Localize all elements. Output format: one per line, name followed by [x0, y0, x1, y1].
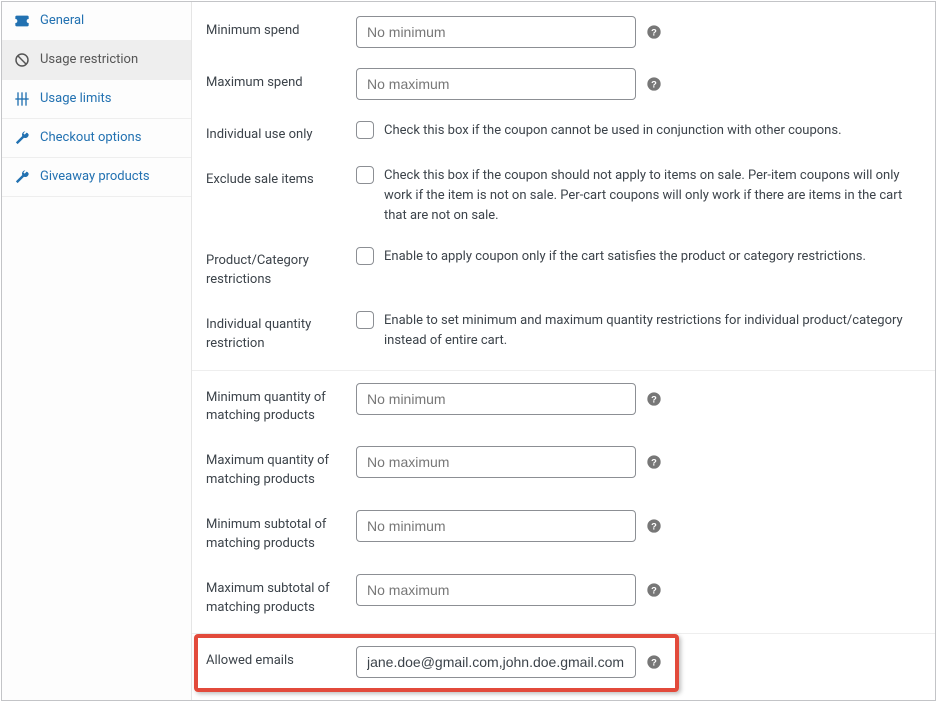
product-category-restrictions-checkbox[interactable]: [356, 247, 374, 265]
tab-usage-restriction[interactable]: Usage restriction: [2, 41, 191, 80]
label-exclude-sale: Exclude sale items: [206, 165, 356, 190]
help-icon[interactable]: ?: [646, 24, 662, 40]
svg-text:?: ?: [651, 585, 657, 595]
min-qty-input[interactable]: [356, 383, 636, 415]
svg-text:?: ?: [651, 658, 657, 668]
allowed-emails-input[interactable]: [356, 646, 636, 678]
max-subtotal-input[interactable]: [356, 574, 636, 606]
exclude-sale-description: Check this box if the coupon should not …: [384, 165, 917, 226]
tabs-sidebar: General Usage restriction Usage limits C…: [2, 2, 192, 700]
svg-text:?: ?: [651, 521, 657, 531]
min-subtotal-input[interactable]: [356, 510, 636, 542]
row-maximum-spend: Maximum spend ?: [192, 58, 935, 110]
section-divider: [192, 633, 935, 634]
help-icon[interactable]: ?: [646, 391, 662, 407]
help-icon[interactable]: ?: [646, 76, 662, 92]
label-max-subtotal: Maximum subtotal of matching products: [206, 574, 356, 618]
wrench-icon: [14, 130, 30, 146]
svg-text:?: ?: [651, 27, 657, 37]
help-icon[interactable]: ?: [646, 582, 662, 598]
help-icon[interactable]: ?: [646, 518, 662, 534]
row-exclude-sale: Exclude sale items Check this box if the…: [192, 155, 935, 236]
tab-checkout-options[interactable]: Checkout options: [2, 119, 191, 158]
svg-text:?: ?: [651, 79, 657, 89]
tab-label: Usage restriction: [40, 52, 138, 68]
row-individual-qty-restriction: Individual quantity restriction Enable t…: [192, 300, 935, 364]
row-min-qty: Minimum quantity of matching products ?: [192, 373, 935, 437]
exclude-sale-checkbox[interactable]: [356, 166, 374, 184]
label-minimum-spend: Minimum spend: [206, 16, 356, 41]
individual-use-description: Check this box if the coupon cannot be u…: [384, 120, 842, 141]
help-icon[interactable]: ?: [646, 454, 662, 470]
maximum-spend-input[interactable]: [356, 68, 636, 100]
svg-text:?: ?: [651, 458, 657, 468]
max-qty-input[interactable]: [356, 446, 636, 478]
tab-general[interactable]: General: [2, 2, 191, 41]
individual-qty-restriction-description: Enable to set minimum and maximum quanti…: [384, 310, 917, 351]
tab-label: General: [40, 13, 84, 29]
row-minimum-spend: Minimum spend ?: [192, 6, 935, 58]
minimum-spend-input[interactable]: [356, 16, 636, 48]
block-icon: [14, 52, 30, 68]
section-divider: [192, 370, 935, 371]
row-product-category-restrictions: Product/Category restrictions Enable to …: [192, 236, 935, 300]
row-min-subtotal: Minimum subtotal of matching products ?: [192, 500, 935, 564]
label-max-qty: Maximum quantity of matching products: [206, 446, 356, 490]
label-min-subtotal: Minimum subtotal of matching products: [206, 510, 356, 554]
row-individual-use: Individual use only Check this box if th…: [192, 110, 935, 155]
label-product-category-restrictions: Product/Category restrictions: [206, 246, 356, 290]
help-icon[interactable]: ?: [646, 654, 662, 670]
tab-giveaway-products[interactable]: Giveaway products: [2, 158, 191, 197]
label-maximum-spend: Maximum spend: [206, 68, 356, 93]
label-individual-use: Individual use only: [206, 120, 356, 145]
label-min-qty: Minimum quantity of matching products: [206, 383, 356, 427]
row-allowed-emails: Allowed emails ?: [192, 636, 935, 690]
wrench-icon: [14, 169, 30, 185]
coupon-data-panel: General Usage restriction Usage limits C…: [1, 1, 936, 701]
tab-label: Giveaway products: [40, 169, 150, 185]
usage-restriction-panel: Minimum spend ? Maximum spend ? Individu…: [192, 2, 935, 700]
label-individual-qty-restriction: Individual quantity restriction: [206, 310, 356, 354]
tab-label: Checkout options: [40, 130, 141, 146]
tab-label: Usage limits: [40, 91, 111, 107]
tab-usage-limits[interactable]: Usage limits: [2, 80, 191, 119]
label-allowed-emails: Allowed emails: [206, 646, 356, 671]
row-max-subtotal: Maximum subtotal of matching products ?: [192, 564, 935, 628]
product-category-restrictions-description: Enable to apply coupon only if the cart …: [384, 246, 866, 267]
ticket-icon: [14, 13, 30, 29]
svg-text:?: ?: [651, 394, 657, 404]
individual-use-checkbox[interactable]: [356, 121, 374, 139]
sliders-icon: [14, 91, 30, 107]
individual-qty-restriction-checkbox[interactable]: [356, 311, 374, 329]
row-max-qty: Maximum quantity of matching products ?: [192, 436, 935, 500]
